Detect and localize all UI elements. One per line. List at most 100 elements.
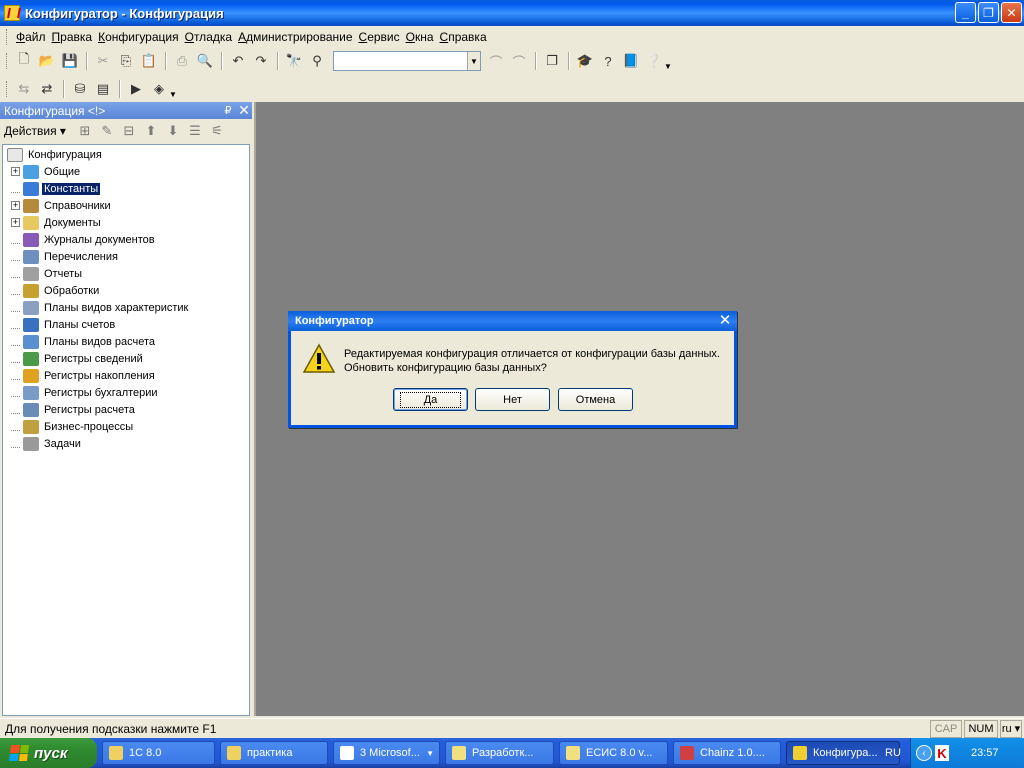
tree-item[interactable]: Планы счетов: [3, 316, 249, 333]
menu-administration[interactable]: Администрирование: [235, 30, 355, 44]
tree-item[interactable]: Обработки: [3, 282, 249, 299]
tree-item[interactable]: Регистры бухгалтерии: [3, 384, 249, 401]
filter-icon[interactable]: ⚟: [206, 123, 228, 139]
taskbar-button[interactable]: Разработк...: [445, 741, 554, 765]
taskbar-button[interactable]: Конфигура...: [786, 741, 900, 765]
toolbar-grip[interactable]: [6, 53, 9, 69]
print-icon[interactable]: ⎙: [171, 50, 193, 72]
antivirus-icon[interactable]: K: [935, 745, 949, 761]
compare-icon[interactable]: ⇆: [13, 78, 35, 100]
tree-item[interactable]: + Документы: [3, 214, 249, 231]
window-list-icon[interactable]: ❐: [541, 50, 563, 72]
toolbar-more-icon[interactable]: ▼: [664, 62, 672, 71]
properties-icon[interactable]: ▤: [92, 78, 114, 100]
toolbar2-grip[interactable]: [6, 81, 9, 97]
toolbar2-more-icon[interactable]: ▼: [169, 90, 177, 99]
tree-item[interactable]: Регистры накопления: [3, 367, 249, 384]
find-prev-icon[interactable]: ⌒: [485, 50, 507, 72]
panel-close-icon[interactable]: ✕: [236, 102, 252, 119]
language-indicator[interactable]: RU: [885, 747, 901, 759]
tree-item-label: Бизнес-процессы: [44, 420, 134, 433]
edit-icon[interactable]: ✎: [96, 123, 118, 139]
menu-help[interactable]: Справка: [437, 30, 490, 44]
taskbar-button[interactable]: 3 Microsof... ▼: [333, 741, 440, 765]
new-icon[interactable]: 🗋: [13, 50, 35, 72]
move-up-icon[interactable]: ⬆: [140, 123, 162, 139]
taskbar-button[interactable]: Chainz 1.0....: [673, 741, 781, 765]
no-button[interactable]: Нет: [475, 388, 550, 411]
help-1c-icon[interactable]: ❔: [643, 50, 665, 72]
menu-edit[interactable]: Правка: [49, 30, 96, 44]
expand-icon[interactable]: +: [11, 201, 20, 210]
tree-item[interactable]: Перечисления: [3, 248, 249, 265]
search-input[interactable]: ▼: [333, 51, 481, 71]
preview-icon[interactable]: 🔍: [194, 50, 216, 72]
config-tree[interactable]: Конфигурация + Общие Константы + Справочники…: [2, 144, 250, 716]
paste-icon[interactable]: 📋: [138, 50, 160, 72]
move-down-icon[interactable]: ⬇: [162, 123, 184, 139]
delete-icon[interactable]: ⊟: [118, 123, 140, 139]
tree-item[interactable]: Журналы документов: [3, 231, 249, 248]
status-lang-select[interactable]: ru ▾: [1000, 719, 1022, 738]
menu-configuration[interactable]: Конфигурация: [95, 30, 182, 44]
taskbar-button[interactable]: практика: [220, 741, 328, 765]
menu-service[interactable]: Сервис: [356, 30, 403, 44]
tree-item[interactable]: + Справочники: [3, 197, 249, 214]
tree-item[interactable]: Планы видов характеристик: [3, 299, 249, 316]
undo-icon[interactable]: ↶: [227, 50, 249, 72]
menu-file[interactable]: Файл: [13, 30, 49, 44]
minimize-button[interactable]: _: [955, 2, 976, 23]
tree-item[interactable]: Бизнес-процессы: [3, 418, 249, 435]
syntax-helper-icon[interactable]: 📘: [620, 50, 642, 72]
tree-root[interactable]: Конфигурация: [3, 146, 249, 163]
yes-button[interactable]: Да: [393, 388, 468, 411]
taskbar-button[interactable]: ЕСИС 8.0 v...: [559, 741, 668, 765]
tray-expand-icon[interactable]: ‹: [916, 745, 932, 761]
tree-item[interactable]: Константы: [3, 180, 249, 197]
tree-item-label: Регистры бухгалтерии: [44, 386, 158, 399]
help-search-icon[interactable]: ?: [597, 50, 619, 72]
actions-menu[interactable]: Действия ▾: [4, 124, 66, 138]
cancel-button[interactable]: Отмена: [558, 388, 633, 411]
start-button[interactable]: пуск: [0, 738, 97, 768]
dialog-close-button[interactable]: ✕: [715, 312, 735, 330]
group-menu-icon[interactable]: ▼: [426, 749, 434, 758]
tree-item[interactable]: Регистры расчета: [3, 401, 249, 418]
add-icon[interactable]: ⊞: [74, 123, 96, 139]
redo-icon[interactable]: ↷: [250, 50, 272, 72]
status-hint: Для получения подсказки нажмите F1: [5, 721, 217, 736]
restore-button[interactable]: ❐: [978, 2, 999, 23]
taskbar-button[interactable]: 1С 8.0: [102, 741, 215, 765]
dialog-message: Редактируемая конфигурация отличается от…: [344, 347, 720, 375]
find-next-icon[interactable]: ⚲: [306, 50, 328, 72]
open-icon[interactable]: 📂: [36, 50, 58, 72]
debug-start-icon[interactable]: ▶: [125, 78, 147, 100]
find-icon[interactable]: 🔭: [283, 50, 305, 72]
expand-icon[interactable]: +: [11, 167, 20, 176]
menu-grip[interactable]: [6, 29, 9, 45]
tree-item[interactable]: Отчеты: [3, 265, 249, 282]
menu-debug[interactable]: Отладка: [182, 30, 235, 44]
warning-icon: [302, 343, 336, 373]
tree-item[interactable]: Задачи: [3, 435, 249, 452]
merge-icon[interactable]: ⇄: [36, 78, 58, 100]
cut-icon[interactable]: ✂: [92, 50, 114, 72]
assistant-icon[interactable]: 🎓: [574, 50, 596, 72]
copy-icon[interactable]: ⎘: [115, 50, 137, 72]
find-fwd-icon[interactable]: ⌒: [508, 50, 530, 72]
tree-item[interactable]: Регистры сведений: [3, 350, 249, 367]
update-db-icon[interactable]: ⛁: [69, 78, 91, 100]
save-icon[interactable]: 💾: [59, 50, 81, 72]
sort-icon[interactable]: ☰: [184, 123, 206, 139]
tree-item[interactable]: Планы видов расчета: [3, 333, 249, 350]
tree-item[interactable]: + Общие: [3, 163, 249, 180]
combo-arrow-icon[interactable]: ▼: [467, 52, 480, 70]
expand-icon[interactable]: +: [11, 218, 20, 227]
enterprise-icon[interactable]: ◈: [148, 78, 170, 100]
close-window-button[interactable]: ✕: [1001, 2, 1022, 23]
app-icon[interactable]: [4, 5, 20, 21]
tree-connector: [11, 337, 20, 346]
menu-windows[interactable]: Окна: [403, 30, 437, 44]
pin-icon[interactable]: ₽: [220, 104, 236, 117]
tree-item-label: Задачи: [44, 437, 81, 450]
